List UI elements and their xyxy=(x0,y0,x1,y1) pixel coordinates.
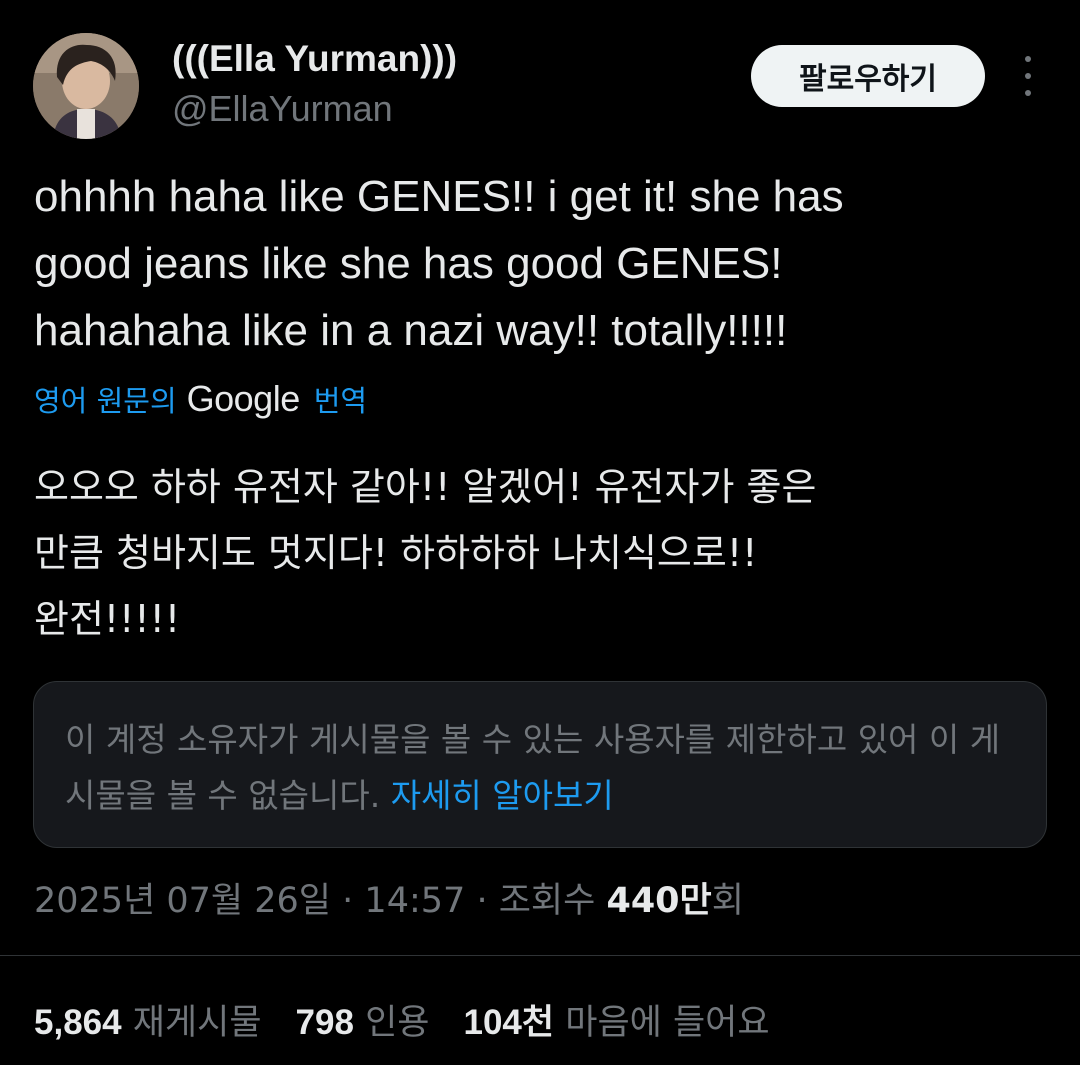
profile-photo-icon xyxy=(33,33,139,139)
views-count: 440만 xyxy=(606,881,712,921)
google-logo: Google xyxy=(186,378,301,419)
reposts-label: 재게시물 xyxy=(132,1003,262,1043)
translation-attribution[interactable]: 영어 원문의 Google 번역 xyxy=(34,378,367,420)
post-time[interactable]: 14:57 xyxy=(364,881,465,921)
more-dot xyxy=(1025,90,1031,96)
views-label: 조회수 xyxy=(498,881,596,921)
meta-separator: · xyxy=(342,881,354,921)
divider xyxy=(0,955,1080,956)
quotes-stat[interactable]: 798 인용 xyxy=(296,994,430,1045)
restricted-quote-notice: 이 계정 소유자가 게시물을 볼 수 있는 사용자를 제한하고 있어 이 게시물… xyxy=(33,681,1047,848)
learn-more-link[interactable]: 자세히 알아보기 xyxy=(391,776,614,815)
tweet-meta: 2025년 07월 26일 · 14:57 · 조회수 440만회 xyxy=(34,872,744,923)
views-suffix: 회 xyxy=(711,881,744,921)
more-vertical-icon[interactable] xyxy=(1013,56,1043,96)
avatar[interactable] xyxy=(33,33,139,139)
translation-suffix: 번역 xyxy=(313,384,368,418)
likes-stat[interactable]: 104천 마음에 들어요 xyxy=(464,994,770,1045)
restriction-message: 이 계정 소유자가 게시물을 볼 수 있는 사용자를 제한하고 있어 이 게시물… xyxy=(65,712,1025,824)
likes-count: 104천 xyxy=(463,1003,555,1042)
meta-separator: · xyxy=(476,881,488,921)
user-handle[interactable]: @EllaYurman xyxy=(172,88,393,130)
more-dot xyxy=(1025,73,1031,79)
engagement-stats: 5,864 재게시물 798 인용 104천 마음에 들어요 xyxy=(34,994,804,1045)
reposts-stat[interactable]: 5,864 재게시물 xyxy=(34,994,262,1045)
translated-text: 오오오 하하 유전자 같아!! 알겠어! 유전자가 좋은 만큼 청바지도 멋지다… xyxy=(34,465,817,641)
translation-prefix: 영어 원문의 xyxy=(34,384,177,418)
post-date[interactable]: 2025년 07월 26일 xyxy=(34,881,331,921)
quotes-label: 인용 xyxy=(365,1003,430,1043)
display-name[interactable]: (((Ella Yurman))) xyxy=(172,38,457,80)
likes-label: 마음에 들어요 xyxy=(565,1003,770,1043)
more-dot xyxy=(1025,56,1031,62)
reposts-count: 5,864 xyxy=(34,1003,122,1042)
tweet-text: ohhhh haha like GENES!! i get it! she ha… xyxy=(34,172,844,355)
follow-button[interactable]: 팔로우하기 xyxy=(751,45,985,107)
quotes-count: 798 xyxy=(295,1003,354,1042)
